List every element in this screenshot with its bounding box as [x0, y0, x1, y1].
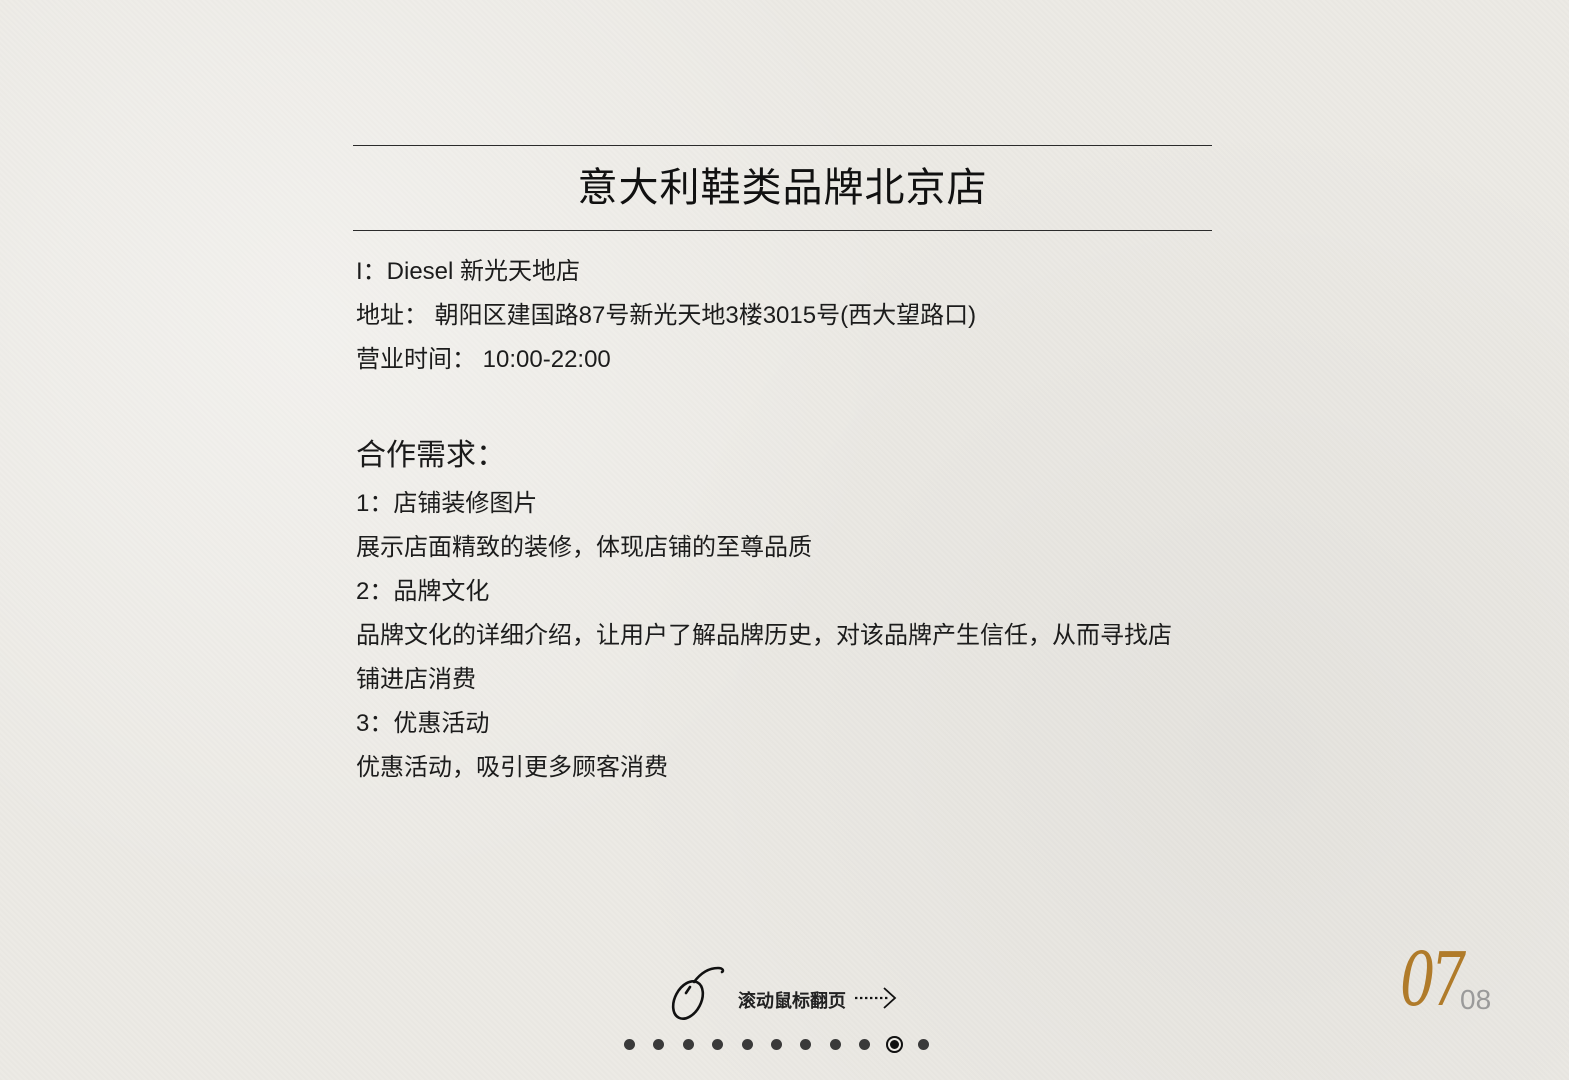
requirements-list: 1：店铺装修图片 展示店面精致的装修，体现店铺的至尊品质 2：品牌文化 品牌文化… [353, 482, 1212, 790]
page-dot[interactable] [859, 1039, 871, 1050]
store-address: 地址： 朝阳区建国路87号新光天地3楼3015号(西大望路口) [356, 302, 977, 329]
page-dot-active[interactable] [885, 1036, 903, 1053]
requirement-line: 1：店铺装修图片 [356, 490, 538, 517]
page-dot[interactable] [712, 1039, 724, 1050]
page-dot[interactable] [653, 1039, 665, 1050]
main-content: 意大利鞋类品牌北京店 I：Diesel 新光天地店 地址： 朝阳区建国路87号新… [353, 145, 1212, 790]
current-page-number: 07 [1400, 937, 1466, 1023]
requirement-line: 展示店面精致的装修，体现店铺的至尊品质 [356, 534, 812, 561]
store-hours: 营业时间： 10:00-22:00 [356, 346, 611, 373]
dotted-arrow-icon [854, 985, 900, 1016]
page-dot[interactable] [800, 1039, 812, 1050]
page-dot[interactable] [624, 1039, 635, 1050]
requirements-heading: 合作需求： [356, 439, 506, 472]
store-name: I：Diesel 新光天地店 [356, 258, 581, 285]
page-dot[interactable] [741, 1039, 753, 1050]
requirement-line: 3：优惠活动 [356, 710, 490, 737]
page-dots [624, 1036, 947, 1053]
store-info: I：Diesel 新光天地店 地址： 朝阳区建国路87号新光天地3楼3015号(… [353, 250, 1212, 382]
page-number: 07 08 [1398, 940, 1508, 1020]
page-dot[interactable] [917, 1039, 929, 1050]
total-page-number: 08 [1460, 984, 1492, 1015]
title-bottom-rule [353, 230, 1212, 231]
requirement-line: 2：品牌文化 [356, 578, 490, 605]
scroll-hint: 滚动鼠标翻页 [668, 964, 900, 1024]
page-title: 意大利鞋类品牌北京店 [577, 166, 988, 210]
page-dot[interactable] [770, 1039, 782, 1050]
scroll-hint-label: 滚动鼠标翻页 [738, 991, 846, 1011]
requirement-line: 铺进店消费 [356, 666, 476, 693]
requirement-line: 品牌文化的详细介绍，让用户了解品牌历史，对该品牌产生信任，从而寻找店 [356, 622, 1172, 649]
page-dot[interactable] [682, 1039, 694, 1050]
requirement-line: 优惠活动，吸引更多顾客消费 [356, 754, 668, 781]
mouse-icon [668, 964, 728, 1024]
page-dot[interactable] [829, 1039, 841, 1050]
